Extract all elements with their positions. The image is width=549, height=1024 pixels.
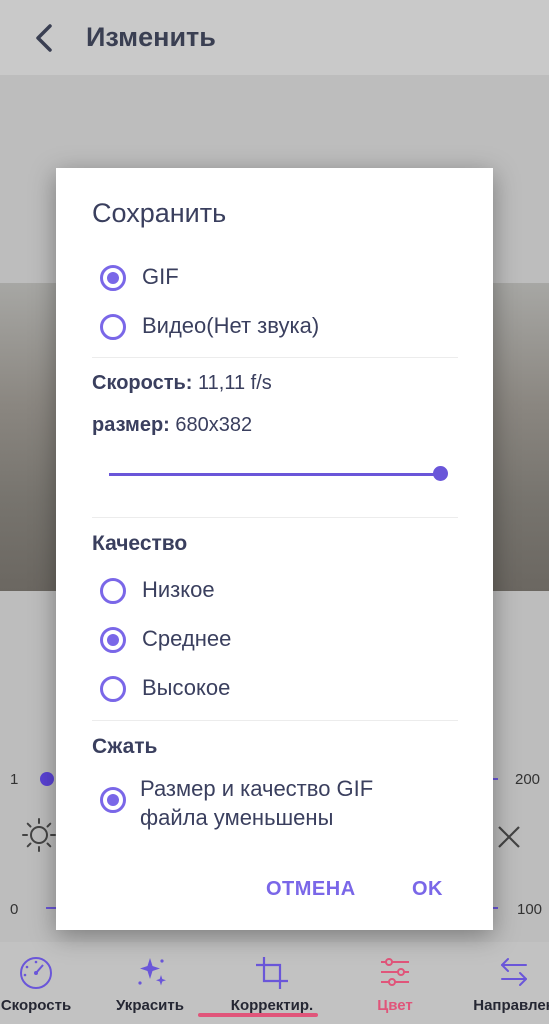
page-title: Изменить: [86, 22, 216, 52]
radio-high[interactable]: [100, 676, 126, 702]
app-bar: [0, 0, 549, 75]
video-label: Видео(Нет звука): [142, 313, 320, 338]
quality-high-option[interactable]: Высокое: [100, 674, 440, 708]
nav-direction[interactable]: Направлен: [466, 945, 549, 1015]
divider: [92, 357, 458, 358]
slider-max-label: 200: [515, 771, 541, 788]
slider2-max-label: 100: [517, 901, 543, 918]
swap-arrows-icon: [501, 958, 527, 986]
nav-direction-label: Направлен: [473, 997, 549, 1014]
close-icon[interactable]: [496, 824, 522, 850]
radio-compress[interactable]: [100, 787, 126, 813]
nav-active-indicator: [198, 1013, 318, 1017]
divider: [92, 517, 458, 518]
sparkles-icon: [138, 958, 166, 986]
back-arrow-icon[interactable]: [30, 20, 60, 56]
size-info: размер: 680x382: [92, 414, 252, 437]
compress-line2: файла уменьшены: [140, 805, 334, 830]
radio-gif[interactable]: [100, 265, 126, 291]
speed-value: 11,11 f/s: [198, 372, 272, 394]
format-video-option[interactable]: Видео(Нет звука): [100, 312, 440, 346]
format-gif-option[interactable]: GIF: [100, 263, 440, 297]
radio-low[interactable]: [100, 578, 126, 604]
quality-medium-label: Среднее: [142, 626, 232, 651]
nav-adjust-label: Корректир.: [230, 997, 314, 1014]
nav-decorate-label: Украсить: [116, 997, 184, 1014]
nav-speed[interactable]: Скорость: [0, 945, 84, 1015]
radio-video[interactable]: [100, 314, 126, 340]
brightness-icon[interactable]: [22, 818, 56, 852]
quality-heading: Качество: [92, 532, 188, 555]
nav-decorate[interactable]: Украсить: [105, 945, 195, 1015]
speed-label: Скорость:: [92, 372, 193, 394]
slider-thumb[interactable]: [40, 772, 54, 786]
size-value: 680x382: [175, 414, 253, 436]
speed-info: Скорость: 11,11 f/s: [92, 372, 272, 395]
divider: [92, 720, 458, 721]
size-slider-track[interactable]: [109, 473, 441, 476]
cancel-button[interactable]: ОТМЕНА: [266, 878, 356, 901]
compress-option[interactable]: Размер и качество GIF файла уменьшены: [100, 774, 460, 838]
compress-line1: Размер и качество GIF: [140, 776, 374, 801]
sliders-icon: [381, 958, 409, 986]
nav-adjust[interactable]: Корректир.: [222, 945, 322, 1015]
quality-low-label: Низкое: [142, 577, 215, 602]
speedometer-icon: [20, 957, 52, 989]
quality-high-label: Высокое: [142, 675, 231, 700]
radio-medium[interactable]: [100, 627, 126, 653]
save-dialog: Сохранить GIF Видео(Нет звука) Скорость:…: [56, 168, 493, 930]
slider2-min-label: 0: [10, 901, 19, 918]
slider-min-label: 1: [10, 771, 19, 788]
gif-label: GIF: [142, 264, 179, 289]
compress-heading: Сжать: [92, 735, 158, 758]
size-label: размер:: [92, 414, 170, 436]
crop-icon: [256, 957, 288, 989]
slider2-track-left: [46, 907, 56, 909]
quality-low-option[interactable]: Низкое: [100, 576, 440, 610]
quality-medium-option[interactable]: Среднее: [100, 625, 440, 659]
nav-color[interactable]: Цвет: [350, 945, 440, 1015]
nav-speed-label: Скорость: [0, 997, 72, 1014]
nav-color-label: Цвет: [377, 997, 413, 1014]
size-slider-thumb[interactable]: [433, 466, 448, 481]
ok-button[interactable]: OK: [412, 878, 443, 901]
dialog-title: Сохранить: [92, 198, 227, 228]
compress-option-label: Размер и качество GIF файла уменьшены: [140, 774, 373, 832]
